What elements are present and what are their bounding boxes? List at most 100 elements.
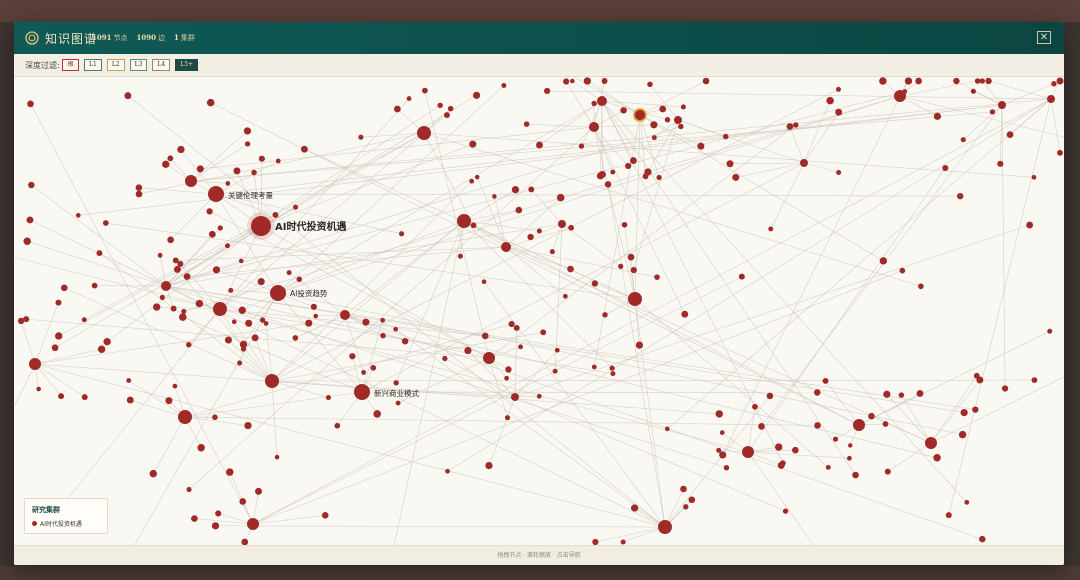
graph-node[interactable] bbox=[135, 190, 143, 198]
graph-node[interactable] bbox=[28, 181, 35, 189]
graph-node[interactable] bbox=[334, 422, 341, 429]
graph-node[interactable] bbox=[447, 105, 454, 112]
graph-node-hub[interactable] bbox=[558, 220, 566, 228]
graph-node-hub[interactable] bbox=[29, 358, 41, 370]
graph-node[interactable] bbox=[228, 287, 234, 293]
graph-node-hub[interactable] bbox=[742, 446, 754, 458]
graph-node[interactable] bbox=[167, 236, 174, 244]
graph-node[interactable] bbox=[836, 169, 842, 176]
graph-node[interactable] bbox=[226, 468, 234, 476]
graph-node[interactable] bbox=[697, 142, 705, 150]
graph-node-hub[interactable] bbox=[247, 518, 259, 530]
graph-node[interactable] bbox=[518, 344, 524, 350]
graph-node[interactable] bbox=[231, 319, 237, 325]
graph-node[interactable] bbox=[578, 143, 585, 149]
graph-node[interactable] bbox=[702, 77, 710, 85]
graph-node[interactable] bbox=[103, 338, 111, 346]
graph-node[interactable] bbox=[960, 137, 966, 143]
graph-node[interactable] bbox=[813, 389, 821, 396]
graph-node[interactable] bbox=[60, 284, 68, 292]
filter-l1-button[interactable]: L1 bbox=[84, 59, 102, 71]
graph-node-hub[interactable] bbox=[998, 101, 1006, 109]
graph-node[interactable] bbox=[782, 508, 789, 514]
graph-node[interactable] bbox=[361, 370, 367, 375]
graph-node[interactable] bbox=[274, 454, 280, 460]
graph-node[interactable] bbox=[956, 192, 964, 200]
graph-node[interactable] bbox=[464, 346, 472, 355]
graph-node[interactable] bbox=[664, 426, 670, 432]
graph-node-selected[interactable] bbox=[633, 108, 647, 122]
graph-node[interactable] bbox=[211, 522, 220, 530]
graph-node[interactable] bbox=[651, 135, 657, 141]
graph-node[interactable] bbox=[511, 186, 520, 194]
graph-node-hub[interactable] bbox=[483, 352, 495, 364]
graph-node[interactable] bbox=[212, 266, 221, 274]
graph-node[interactable] bbox=[570, 78, 575, 84]
filter-l3-button[interactable]: L3 bbox=[129, 59, 148, 71]
graph-svg[interactable]: AI时代投资机遇 关键伦理考量 AI投资趋势 新兴商业模式 bbox=[14, 77, 1064, 546]
graph-node[interactable] bbox=[768, 226, 774, 232]
graph-node[interactable] bbox=[973, 372, 980, 379]
graph-node-hub[interactable] bbox=[800, 159, 808, 167]
graph-node[interactable] bbox=[523, 121, 530, 127]
graph-node[interactable] bbox=[27, 100, 34, 108]
graph-node[interactable] bbox=[437, 102, 443, 109]
graph-node[interactable] bbox=[505, 366, 512, 373]
graph-node[interactable] bbox=[152, 303, 161, 311]
graph-node[interactable] bbox=[654, 274, 660, 280]
graph-node[interactable] bbox=[825, 464, 831, 470]
graph-node[interactable] bbox=[186, 487, 192, 493]
graph-node[interactable] bbox=[942, 164, 949, 171]
graph-node[interactable] bbox=[373, 410, 381, 418]
filter-l2-button[interactable]: L2 bbox=[106, 59, 125, 71]
graph-node[interactable] bbox=[1031, 175, 1037, 180]
graph-node[interactable] bbox=[26, 216, 34, 224]
graph-node[interactable] bbox=[1001, 385, 1009, 392]
graph-node[interactable] bbox=[513, 324, 520, 331]
graph-node[interactable] bbox=[245, 319, 253, 327]
graph-node[interactable] bbox=[504, 415, 511, 421]
graph-node[interactable] bbox=[55, 299, 62, 306]
graph-node[interactable] bbox=[970, 88, 976, 94]
graph-node[interactable] bbox=[723, 465, 730, 471]
graph-node[interactable] bbox=[442, 355, 448, 362]
graph-node[interactable] bbox=[239, 498, 247, 505]
graph-node[interactable] bbox=[457, 253, 463, 259]
graph-node[interactable] bbox=[181, 308, 187, 314]
graph-node[interactable] bbox=[630, 266, 637, 274]
graph-node[interactable] bbox=[237, 360, 243, 366]
graph-node-hub[interactable] bbox=[894, 90, 906, 102]
graph-node[interactable] bbox=[258, 155, 265, 162]
graph-node[interactable] bbox=[609, 365, 615, 371]
graph-node[interactable] bbox=[102, 220, 109, 226]
graph-node-hub[interactable] bbox=[1047, 95, 1055, 103]
graph-node[interactable] bbox=[172, 383, 178, 389]
graph-node[interactable] bbox=[596, 172, 605, 180]
graph-node[interactable] bbox=[135, 184, 143, 191]
graph-node[interactable] bbox=[167, 155, 174, 162]
graph-node-hub[interactable] bbox=[628, 292, 642, 306]
graph-node[interactable] bbox=[647, 81, 653, 88]
graph-node[interactable] bbox=[556, 193, 565, 202]
graph-node[interactable] bbox=[972, 406, 979, 413]
graph-node[interactable] bbox=[635, 341, 644, 349]
filter-l4-button[interactable]: L4 bbox=[152, 59, 171, 71]
graph-node[interactable] bbox=[177, 145, 185, 154]
graph-node[interactable] bbox=[549, 249, 555, 255]
graph-node[interactable] bbox=[822, 377, 829, 384]
graph-node[interactable] bbox=[630, 157, 637, 164]
graph-node[interactable] bbox=[563, 78, 570, 85]
graph-node[interactable] bbox=[398, 231, 405, 237]
graph-node-hub[interactable] bbox=[658, 520, 672, 534]
graph-nodes[interactable] bbox=[17, 77, 1064, 546]
graph-node[interactable] bbox=[610, 371, 616, 377]
graph-node[interactable] bbox=[393, 380, 399, 386]
graph-node[interactable] bbox=[217, 225, 223, 231]
graph-node[interactable] bbox=[225, 181, 231, 186]
graph-node[interactable] bbox=[474, 174, 480, 180]
graph-node-root[interactable] bbox=[251, 216, 271, 236]
graph-node[interactable] bbox=[536, 228, 542, 234]
graph-node[interactable] bbox=[244, 141, 251, 147]
graph-node[interactable] bbox=[715, 410, 723, 418]
graph-node[interactable] bbox=[664, 117, 671, 123]
